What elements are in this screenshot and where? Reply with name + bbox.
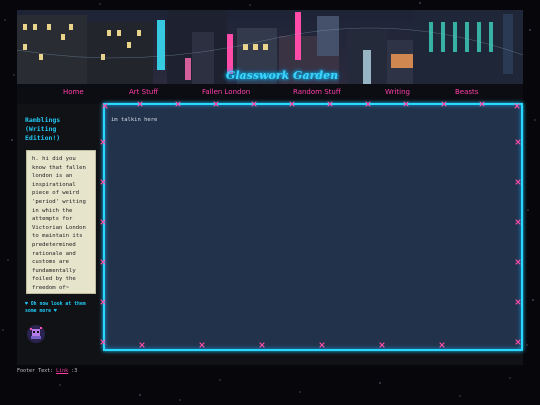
nav-art-stuff[interactable]: Art Stuff [129, 88, 158, 96]
footer-link[interactable]: Link [56, 368, 68, 374]
nav-home[interactable]: Home [63, 88, 84, 96]
main-content-panel: im talkin here [103, 103, 523, 351]
sidebar: Ramblings (Writing Edition!) h. hi did y… [25, 116, 96, 343]
nav-beasts[interactable]: Beasts [455, 88, 478, 96]
main-text: im talkin here [111, 117, 158, 123]
sidebar-heading: Ramblings (Writing Edition!) [25, 116, 61, 142]
nav-random-stuff[interactable]: Random Stuff [293, 88, 341, 96]
page-container: Glasswork Garden Home Art Stuff Fallen L… [17, 10, 523, 365]
header-banner: Glasswork Garden [17, 10, 523, 84]
nav-writing[interactable]: Writing [385, 88, 410, 96]
nav-fallen-london[interactable]: Fallen London [202, 88, 250, 96]
sidebar-link[interactable]: ♥ Oh now look at them some more ♥ [25, 301, 95, 315]
site-title: Glasswork Garden [225, 69, 339, 82]
footer-suffix: :3 [68, 368, 78, 374]
sidebar-note: h. hi did you know that fallen london is… [26, 150, 96, 294]
pixel-creature-icon [27, 325, 45, 343]
main-nav: Home Art Stuff Fallen London Random Stuf… [17, 84, 523, 104]
footer-text: Footer Text: [17, 368, 57, 374]
footer: Footer Text: Link :3 [17, 368, 77, 374]
